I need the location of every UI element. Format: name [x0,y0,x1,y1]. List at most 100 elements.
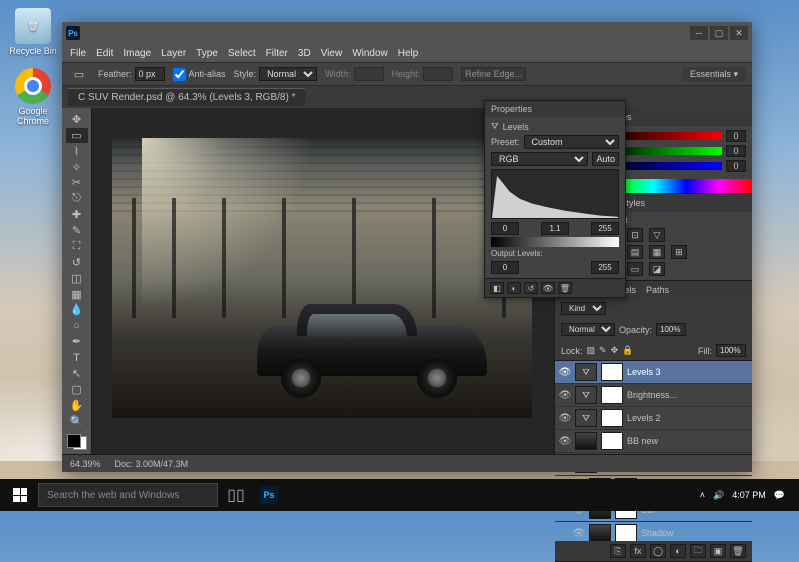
input-gamma[interactable] [541,222,569,235]
titlebar[interactable]: Ps ─ ▢ ✕ [62,22,752,44]
adj-select-icon[interactable]: ◪ [649,262,665,276]
properties-panel-header[interactable]: Properties [485,101,625,117]
zoom-tool-icon[interactable]: 🔍 [66,414,88,429]
menu-layer[interactable]: Layer [161,48,186,59]
document-tab[interactable]: C SUV Render.psd @ 64.3% (Levels 3, RGB/… [68,88,305,106]
type-tool-icon[interactable]: T [66,350,88,365]
lock-all-icon[interactable]: 🔒 [622,345,633,356]
layer-fx-icon[interactable]: fx [630,544,646,558]
feather-input[interactable] [135,67,165,81]
layer-row[interactable]: 👁⛛Brightness... [555,384,752,407]
tray-notifications-icon[interactable]: 💬 [774,490,785,501]
system-tray[interactable]: ˄ 🔊 4:07 PM 💬 [700,490,793,501]
blend-mode-select[interactable]: Normal [561,323,615,336]
layer-mask-icon[interactable]: ◯ [650,544,666,558]
output-gradient[interactable] [491,237,619,247]
dodge-tool-icon[interactable]: ○ [66,318,88,333]
histogram[interactable] [491,169,619,219]
style-select[interactable]: Normal [259,67,317,81]
wand-tool-icon[interactable]: ✧ [66,160,88,175]
fill-input[interactable] [716,344,746,357]
stamp-tool-icon[interactable]: ⛶ [66,239,88,254]
adj-exposure-icon[interactable]: ⊡ [627,228,643,242]
menu-3d[interactable]: 3D [298,48,311,59]
new-layer-icon[interactable]: ▣ [710,544,726,558]
lasso-tool-icon[interactable]: ⌇ [66,144,88,159]
clip-icon[interactable]: ◧ [490,282,504,294]
layer-kind-filter[interactable]: Kind [561,302,606,315]
document-canvas[interactable] [112,138,532,418]
opacity-input[interactable] [656,323,686,336]
lock-transparent-icon[interactable]: ▨ [587,345,596,356]
g-value[interactable]: 0 [726,145,746,157]
b-value[interactable]: 0 [726,160,746,172]
move-tool-icon[interactable]: ✥ [66,112,88,127]
crop-tool-icon[interactable]: ✂ [66,176,88,191]
zoom-readout[interactable]: 64.39% [70,459,101,469]
lock-paint-icon[interactable]: ✎ [599,345,607,356]
taskbar-search[interactable]: Search the web and Windows [38,483,218,507]
menu-view[interactable]: View [321,48,343,59]
r-value[interactable]: 0 [726,130,746,142]
task-view-icon[interactable]: ▯▯ [218,481,254,509]
marquee-tool-icon[interactable]: ▭ [66,128,88,143]
google-chrome-icon[interactable]: Google Chrome [8,68,58,126]
output-white[interactable] [591,261,619,274]
layer-visibility-icon[interactable]: 👁 [559,389,571,401]
layer-row[interactable]: 👁⛛Levels 3 [555,361,752,384]
color-swatch-tool[interactable] [67,434,87,451]
reset-icon[interactable]: ↺ [524,282,538,294]
taskbar-photoshop-icon[interactable]: Ps [254,481,290,509]
adj-lookup-icon[interactable]: ⊞ [671,245,687,259]
adj-vibrance-icon[interactable]: ▽ [649,228,665,242]
maximize-button[interactable]: ▢ [710,26,728,40]
layer-list[interactable]: 👁⛛Levels 3👁⛛Brightness...👁⛛Levels 2👁BB n… [555,361,752,541]
menu-select[interactable]: Select [228,48,256,59]
visibility-icon[interactable]: 👁 [541,282,555,294]
tray-clock[interactable]: 4:07 PM [732,490,766,500]
channel-select[interactable]: RGB [491,152,588,166]
layer-row[interactable]: 👁Shadow [555,522,752,541]
delete-icon[interactable]: 🗑 [558,282,572,294]
layer-row[interactable]: 👁⛛Levels 2 [555,407,752,430]
menu-type[interactable]: Type [196,48,218,59]
workspace-switcher[interactable]: Essentials ▾ [682,67,746,82]
tool-preset-icon[interactable]: ▭ [68,65,90,83]
blur-tool-icon[interactable]: 💧 [66,303,88,318]
delete-layer-icon[interactable]: 🗑 [730,544,746,558]
menu-window[interactable]: Window [352,48,388,59]
link-layers-icon[interactable]: ⎘ [610,544,626,558]
adj-mixer-icon[interactable]: ▦ [649,245,665,259]
lock-move-icon[interactable]: ✥ [611,345,619,356]
gradient-tool-icon[interactable]: ▦ [66,287,88,302]
input-white[interactable] [591,222,619,235]
menu-edit[interactable]: Edit [96,48,113,59]
adj-gradmap-icon[interactable]: ▭ [627,262,643,276]
doc-info[interactable]: Doc: 3.00M/47.3M [115,459,189,469]
layer-visibility-icon[interactable]: 👁 [559,435,571,447]
shape-tool-icon[interactable]: ▢ [66,382,88,397]
auto-button[interactable]: Auto [592,152,619,166]
adj-photo-icon[interactable]: ▤ [627,245,643,259]
tray-volume-icon[interactable]: 🔊 [713,490,724,501]
layer-visibility-icon[interactable]: 👁 [559,366,571,378]
menu-image[interactable]: Image [123,48,151,59]
output-black[interactable] [491,261,519,274]
minimize-button[interactable]: ─ [690,26,708,40]
previous-icon[interactable]: ◐ [507,282,521,294]
layer-row[interactable]: 👁BB new [555,430,752,453]
layer-visibility-icon[interactable]: 👁 [559,412,571,424]
preset-select[interactable]: Custom [524,135,619,149]
new-adjustment-icon[interactable]: ◐ [670,544,686,558]
menu-help[interactable]: Help [398,48,419,59]
healing-tool-icon[interactable]: ✚ [66,207,88,222]
tab-paths[interactable]: Paths [646,285,669,295]
recycle-bin-icon[interactable]: 🗑 Recycle Bin [8,8,58,56]
hand-tool-icon[interactable]: ✋ [66,398,88,413]
start-button[interactable] [6,481,34,509]
input-black[interactable] [491,222,519,235]
eraser-tool-icon[interactable]: ◫ [66,271,88,286]
menu-file[interactable]: File [70,48,86,59]
eyedropper-tool-icon[interactable]: ⎋ [66,191,88,206]
new-group-icon[interactable]: 🗀 [690,544,706,558]
